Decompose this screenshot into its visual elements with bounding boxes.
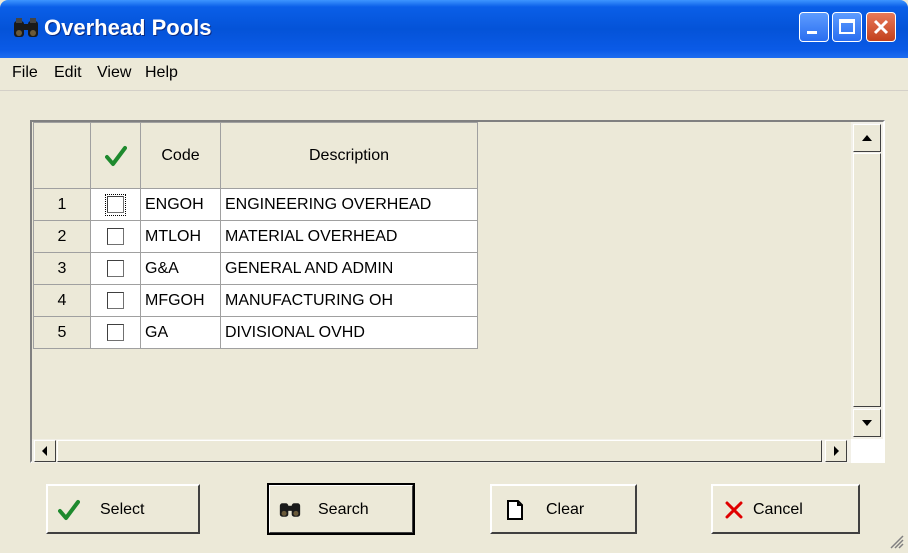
overhead-pools-grid: Code Description 1 ENGOH ENGINEERING OVE… <box>33 122 478 349</box>
description-column-header[interactable]: Description <box>220 122 478 189</box>
scroll-left-button[interactable] <box>34 440 56 462</box>
table-row[interactable]: 1 ENGOH ENGINEERING OVERHEAD <box>33 188 478 221</box>
minimize-button[interactable] <box>799 12 829 42</box>
cancel-button[interactable]: Cancel <box>711 484 860 534</box>
code-column-header[interactable]: Code <box>140 122 221 189</box>
title-bar[interactable]: Overhead Pools <box>0 0 908 58</box>
arrow-up-icon <box>862 135 872 141</box>
table-row[interactable]: 2 MTLOH MATERIAL OVERHEAD <box>33 220 478 253</box>
code-cell[interactable]: MFGOH <box>140 284 221 317</box>
row-number: 4 <box>33 284 91 317</box>
blank-page-icon <box>507 500 523 520</box>
row-checkbox[interactable] <box>107 259 124 277</box>
scroll-right-button[interactable] <box>825 440 847 462</box>
row-number-header <box>33 122 91 189</box>
row-checkbox-cell[interactable] <box>90 188 141 221</box>
scroll-up-button[interactable] <box>853 124 881 152</box>
menu-edit[interactable]: Edit <box>54 64 82 82</box>
resize-grip-icon[interactable] <box>888 533 904 549</box>
search-button[interactable]: Search <box>267 483 415 535</box>
row-checkbox[interactable] <box>107 227 124 245</box>
checkmark-icon <box>58 500 80 520</box>
row-checkbox-cell[interactable] <box>90 284 141 317</box>
search-button-label: Search <box>318 501 369 518</box>
description-cell[interactable]: ENGINEERING OVERHEAD <box>220 188 478 221</box>
arrow-down-icon <box>862 420 872 426</box>
table-row[interactable]: 4 MFGOH MANUFACTURING OH <box>33 284 478 317</box>
menu-view[interactable]: View <box>97 64 131 82</box>
horizontal-scroll-thumb[interactable] <box>57 440 822 462</box>
cancel-button-label: Cancel <box>753 501 803 518</box>
cancel-x-icon <box>725 501 743 519</box>
window-title: Overhead Pools <box>44 15 212 40</box>
maximize-button[interactable] <box>832 12 862 42</box>
row-number: 2 <box>33 220 91 253</box>
row-checkbox[interactable] <box>107 195 124 213</box>
arrow-left-icon <box>42 446 47 456</box>
arrow-right-icon <box>834 446 839 456</box>
clear-button[interactable]: Clear <box>490 484 637 534</box>
menu-bar <box>0 58 908 91</box>
grid-header-row: Code Description <box>33 122 478 189</box>
select-button-label: Select <box>100 501 145 518</box>
row-checkbox-cell[interactable] <box>90 252 141 285</box>
description-cell[interactable]: GENERAL AND ADMIN <box>220 252 478 285</box>
code-cell[interactable]: G&A <box>140 252 221 285</box>
row-checkbox[interactable] <box>107 291 124 309</box>
row-number: 1 <box>33 188 91 221</box>
table-row[interactable]: 3 G&A GENERAL AND ADMIN <box>33 252 478 285</box>
code-cell[interactable]: ENGOH <box>140 188 221 221</box>
check-column-header[interactable] <box>90 122 141 189</box>
close-icon <box>873 19 889 35</box>
row-number: 3 <box>33 252 91 285</box>
row-checkbox-cell[interactable] <box>90 220 141 253</box>
overhead-pools-window: Overhead Pools File Edit View Help Code <box>0 0 908 553</box>
clear-button-label: Clear <box>546 501 585 518</box>
select-button[interactable]: Select <box>46 484 200 534</box>
code-cell[interactable]: GA <box>140 316 221 349</box>
menu-file[interactable]: File <box>12 64 38 82</box>
description-cell[interactable]: MANUFACTURING OH <box>220 284 478 317</box>
vertical-scrollbar[interactable] <box>851 122 883 439</box>
description-cell[interactable]: MATERIAL OVERHEAD <box>220 220 478 253</box>
checkmark-icon <box>104 145 127 166</box>
binoculars-icon <box>279 503 301 517</box>
binoculars-icon <box>14 18 38 37</box>
description-cell[interactable]: DIVISIONAL OVHD <box>220 316 478 349</box>
close-button[interactable] <box>866 12 896 42</box>
minimize-icon <box>807 31 817 34</box>
row-number: 5 <box>33 316 91 349</box>
vertical-scroll-thumb[interactable] <box>853 153 881 407</box>
horizontal-scrollbar[interactable] <box>32 439 851 463</box>
menu-help[interactable]: Help <box>145 64 178 82</box>
row-checkbox[interactable] <box>107 323 124 341</box>
table-row[interactable]: 5 GA DIVISIONAL OVHD <box>33 316 478 349</box>
code-cell[interactable]: MTLOH <box>140 220 221 253</box>
row-checkbox-cell[interactable] <box>90 316 141 349</box>
scroll-down-button[interactable] <box>853 409 881 437</box>
maximize-icon <box>839 19 855 34</box>
